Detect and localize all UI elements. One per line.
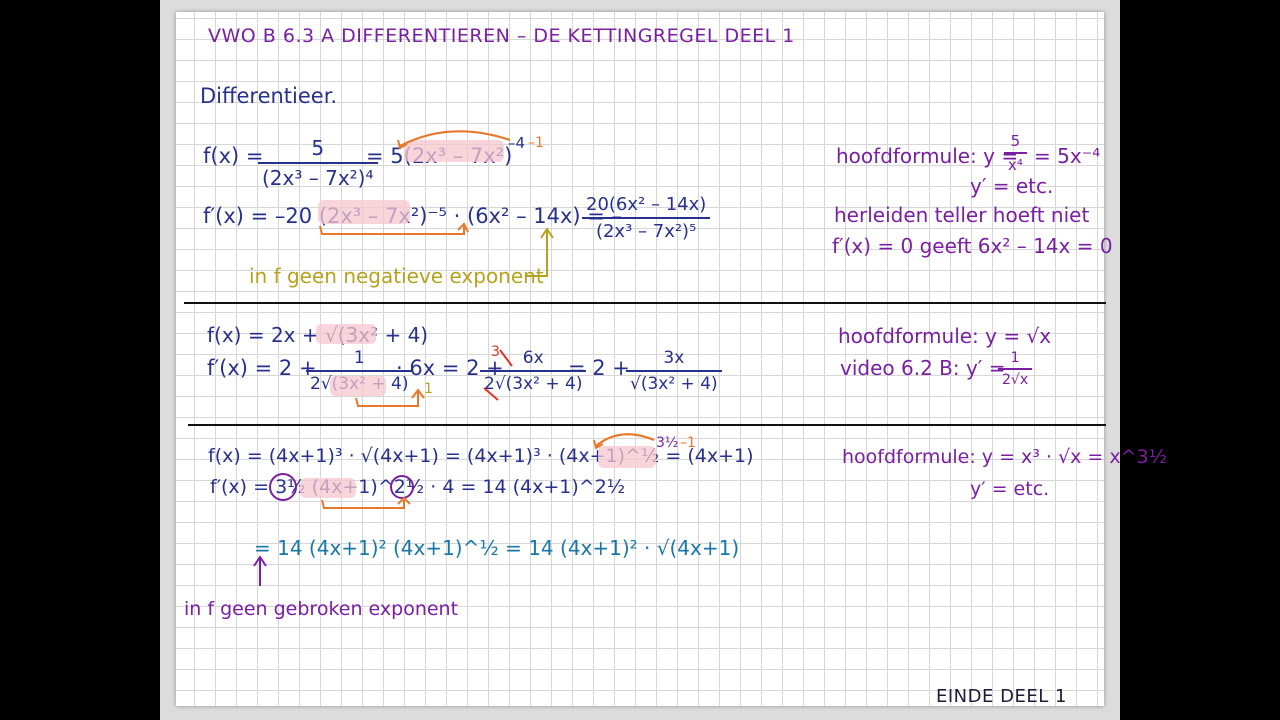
s1-side-derivative: y′ = etc.: [970, 174, 1054, 198]
s2-side-numerator: 1: [998, 350, 1033, 370]
divider-1: [184, 302, 1106, 304]
s3-continuation: = 14 (4x+1)² (4x+1)^½ = 14 (4x+1)² · √(4…: [254, 536, 740, 560]
divider-2: [188, 424, 1106, 426]
s1-derivative-fraction: 20(6x² – 14x) (2x³ – 7x²)⁵: [582, 194, 711, 242]
s1-side-note-zero: f′(x) = 0 geeft 6x² – 14x = 0: [832, 234, 1113, 258]
s1-derivative-numerator: 20(6x² – 14x): [582, 194, 711, 219]
s1-f-denominator: (2x³ – 7x²)⁴: [262, 166, 374, 190]
s2-side-formula: hoofdformule: y = √x: [838, 324, 1052, 348]
s1-f-fraction: 5 (2x³ – 7x²)⁴: [258, 136, 378, 190]
s1-f-prefix: f(x) =: [203, 144, 264, 168]
s1-side-formula: hoofdformule: y =: [836, 144, 1019, 168]
s3-side-formula: hoofdformule: y = x³ · √x = x^3½: [842, 446, 1168, 468]
instruction: Differentieer.: [200, 84, 338, 108]
s1-f-numerator: 5: [258, 136, 378, 164]
s1-note: in f geen negatieve exponent: [249, 264, 544, 288]
s1-f-exponent: –4: [508, 134, 526, 152]
s2-side-video: video 6.2 B: y′ =: [840, 356, 1006, 380]
s2-f-line: f(x) = 2x + √(3x² + 4): [207, 323, 429, 347]
s2-inner-derivative-factor: 1: [424, 381, 433, 397]
s3-note: in f geen gebroken exponent: [184, 598, 459, 620]
page-title: VWO B 6.3 A DIFFERENTIEREN – DE KETTINGR…: [208, 25, 795, 47]
s1-f-exponent-note: –1: [528, 135, 544, 151]
s1-side-numerator: 5: [1004, 132, 1027, 154]
s3-f-exponent-note: –1: [680, 435, 696, 451]
s1-side-denominator: x⁴: [1008, 156, 1023, 174]
s2-derivative-prefix: f′(x) = 2 +: [207, 356, 317, 380]
s2-fraction-3-numerator: 3x: [626, 348, 722, 372]
s2-derivative-end: = 2 +: [568, 356, 630, 380]
s3-derivative-line: f′(x) = 3½ (4x+1)^2½ · 4 = 14 (4x+1)^2½: [210, 476, 626, 498]
s1-side-fraction: 5 x⁴: [1004, 132, 1027, 174]
s3-f-exponent: 3½: [656, 435, 679, 451]
s1-side-note-teller: herleiden teller hoeft niet: [834, 203, 1090, 227]
s1-f-rewrite: = 5(2x³ – 7x²): [366, 144, 513, 168]
s3-side-derivative: y′ = etc.: [970, 478, 1050, 500]
s2-fraction-3-denominator: √(3x² + 4): [630, 374, 718, 394]
s1-derivative-denominator: (2x³ – 7x²)⁵: [595, 221, 697, 242]
s2-side-denominator: 2√x: [1002, 372, 1029, 388]
s2-side-fraction: 1 2√x: [998, 350, 1033, 388]
s2-fraction-3: 3x √(3x² + 4): [626, 348, 722, 394]
s1-side-formula-end: = 5x⁻⁴: [1034, 144, 1101, 168]
footer-end-label: EINDE DEEL 1: [936, 686, 1067, 707]
s1-derivative-line: f′(x) = –20 (2x³ – 7x²)⁻⁵ · (6x² – 14x) …: [203, 204, 623, 228]
